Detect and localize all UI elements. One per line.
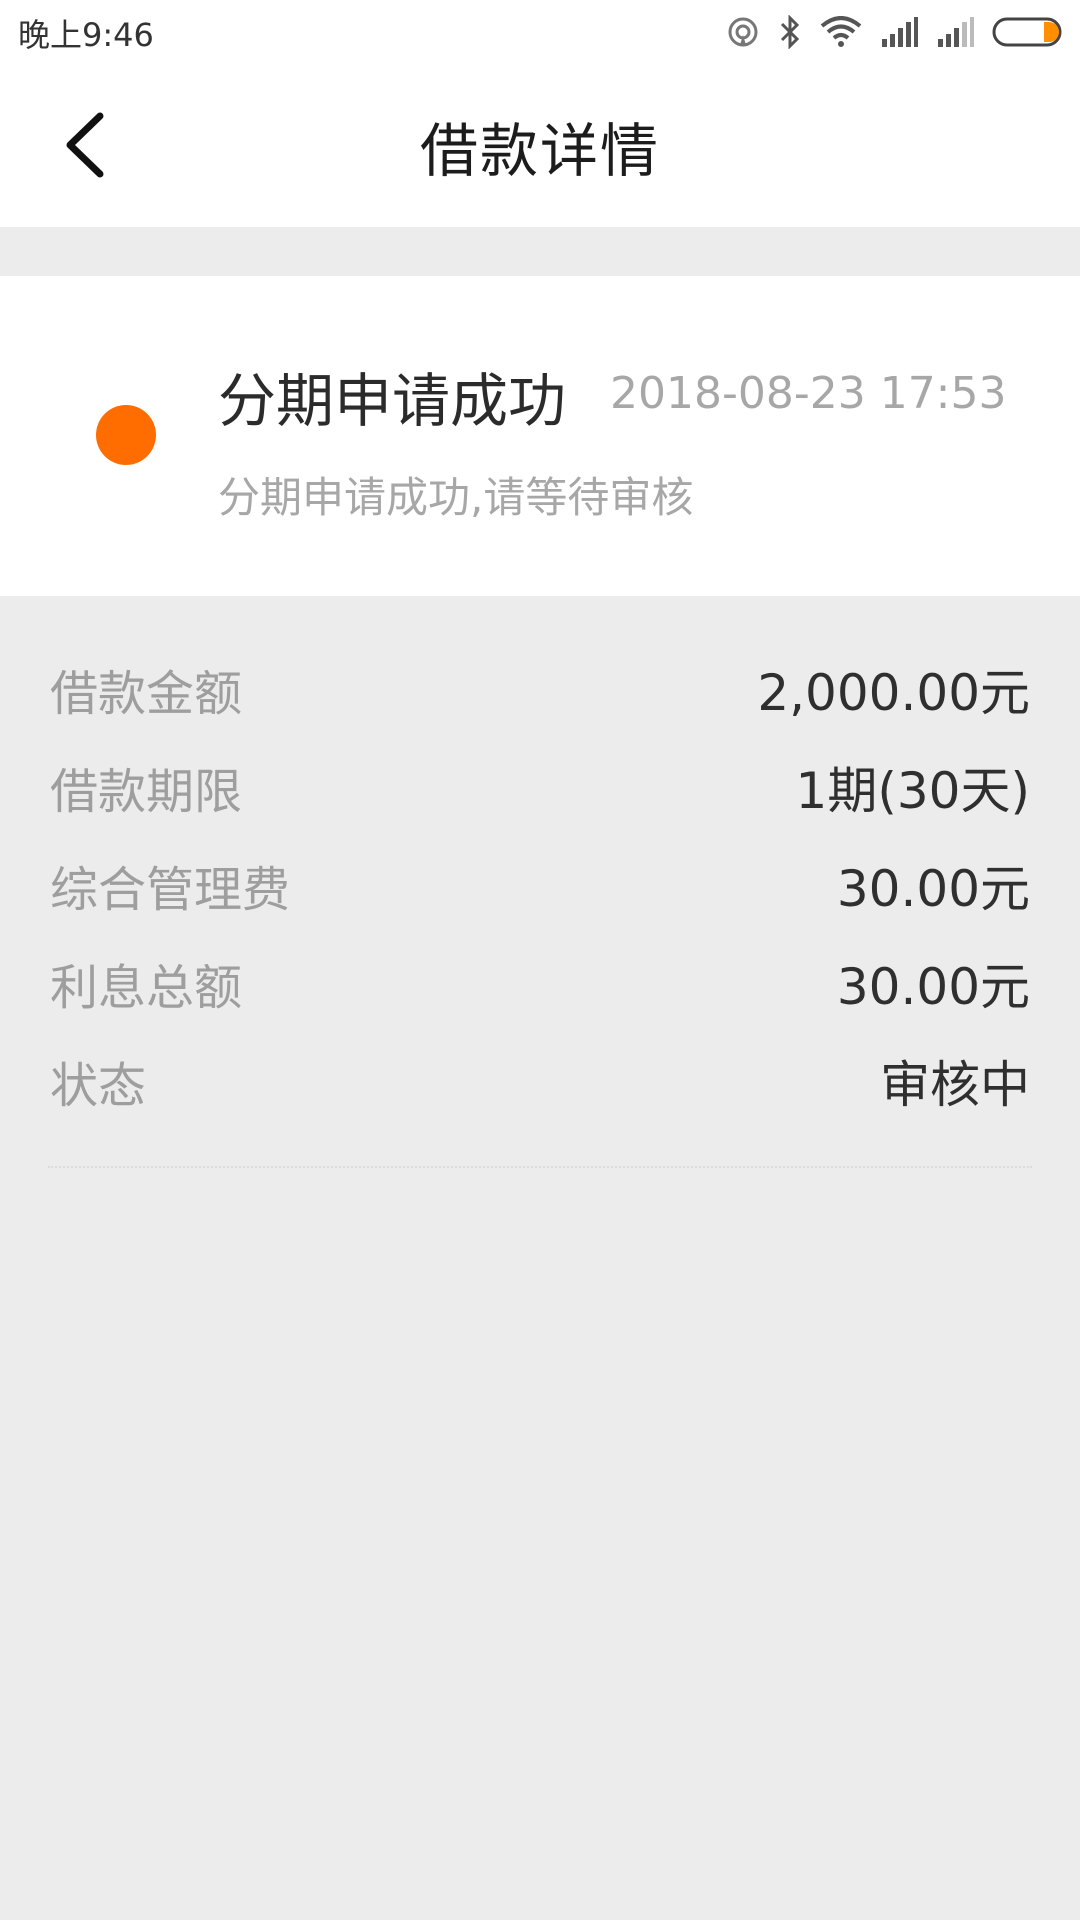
page-title: 借款详情 <box>419 117 660 185</box>
detail-value: 30.00元 <box>836 958 1030 1016</box>
signal-icon <box>936 17 974 47</box>
hotspot-icon <box>726 15 760 49</box>
battery-icon <box>992 17 1064 47</box>
detail-label: 综合管理费 <box>50 862 291 918</box>
event-title: 分期申请成功 <box>218 367 567 435</box>
event-description: 分期申请成功,请等待审核 <box>218 473 694 522</box>
detail-label: 借款金额 <box>50 666 243 722</box>
detail-row-management-fee: 综合管理费 30.00元 <box>50 836 1030 934</box>
detail-label: 借款期限 <box>50 764 243 820</box>
detail-row-term: 借款期限 1期(30天) <box>50 738 1030 836</box>
header: 借款详情 <box>0 62 1080 227</box>
detail-row-interest: 利息总额 30.00元 <box>50 934 1030 1032</box>
status-bar: 晚上9:46 <box>0 0 1080 62</box>
status-dot <box>96 405 156 465</box>
wifi-icon <box>820 16 862 48</box>
bluetooth-icon <box>778 15 802 49</box>
detail-row-amount: 借款金额 2,000.00元 <box>50 640 1030 738</box>
detail-label: 利息总额 <box>50 960 243 1016</box>
loan-details-list: 借款金额 2,000.00元 借款期限 1期(30天) 综合管理费 30.00元… <box>50 640 1030 1130</box>
detail-row-status: 状态 审核中 <box>50 1032 1030 1130</box>
signal-icon <box>880 17 918 47</box>
status-time: 晚上9:46 <box>18 16 154 54</box>
detail-label: 状态 <box>50 1058 147 1114</box>
status-icons <box>726 12 1064 52</box>
detail-value: 审核中 <box>880 1056 1030 1114</box>
event-timestamp: 2018-08-23 17:53 <box>610 368 1007 419</box>
timeline-card: 分期申请成功 2018-08-23 17:53 分期申请成功,请等待审核 <box>0 276 1080 596</box>
detail-value: 30.00元 <box>836 860 1030 918</box>
divider <box>48 1166 1032 1168</box>
detail-value: 2,000.00元 <box>757 664 1030 722</box>
detail-value: 1期(30天) <box>795 762 1030 820</box>
